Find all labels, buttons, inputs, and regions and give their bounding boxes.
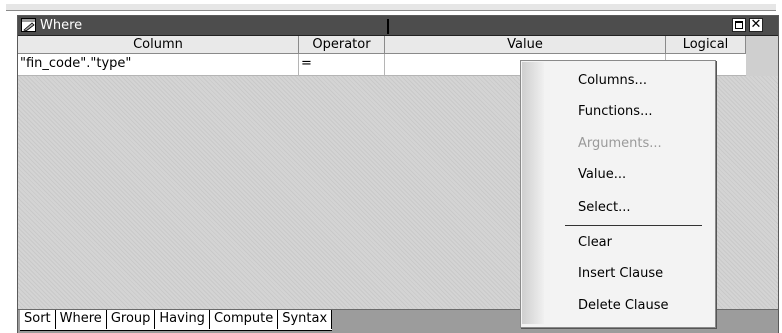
tab-where[interactable]: Where [55,310,107,329]
menu-separator [565,225,702,226]
operator-cell[interactable]: = [299,54,385,75]
tab-strip: Sort Where Group Having Compute Syntax [20,310,333,331]
text-caret [387,19,389,34]
menu-item-insert-clause[interactable]: Insert Clause [578,264,663,284]
tab-group[interactable]: Group [106,310,156,329]
context-menu: Columns... Functions... Arguments... Val… [520,60,716,328]
tab-having[interactable]: Having [155,310,210,329]
tab-syntax[interactable]: Syntax [278,310,333,329]
menu-item-delete-clause[interactable]: Delete Clause [578,296,669,316]
menu-item-value[interactable]: Value... [578,165,626,185]
menu-item-functions[interactable]: Functions... [578,102,652,122]
maximize-icon[interactable] [732,18,746,32]
column-cell[interactable]: "fin_code"."type" [18,54,299,75]
menu-item-clear[interactable]: Clear [578,233,612,253]
menu-item-columns[interactable]: Columns... [578,71,647,91]
column-header[interactable]: Column [18,36,299,54]
title-bar[interactable]: Where ✕ [18,16,778,36]
operator-header[interactable]: Operator [299,36,385,54]
menu-icon-rail [522,62,544,324]
tab-compute[interactable]: Compute [209,310,279,329]
tab-sort[interactable]: Sort [20,310,56,329]
menu-item-arguments: Arguments... [578,136,662,151]
outer-frame-edge [6,4,776,11]
pencil-window-icon [21,18,36,32]
window-title: Where [40,18,83,33]
menu-item-select[interactable]: Select... [578,198,631,218]
close-icon[interactable]: ✕ [749,17,763,32]
value-header[interactable]: Value [385,36,666,54]
logical-header[interactable]: Logical [666,36,746,54]
